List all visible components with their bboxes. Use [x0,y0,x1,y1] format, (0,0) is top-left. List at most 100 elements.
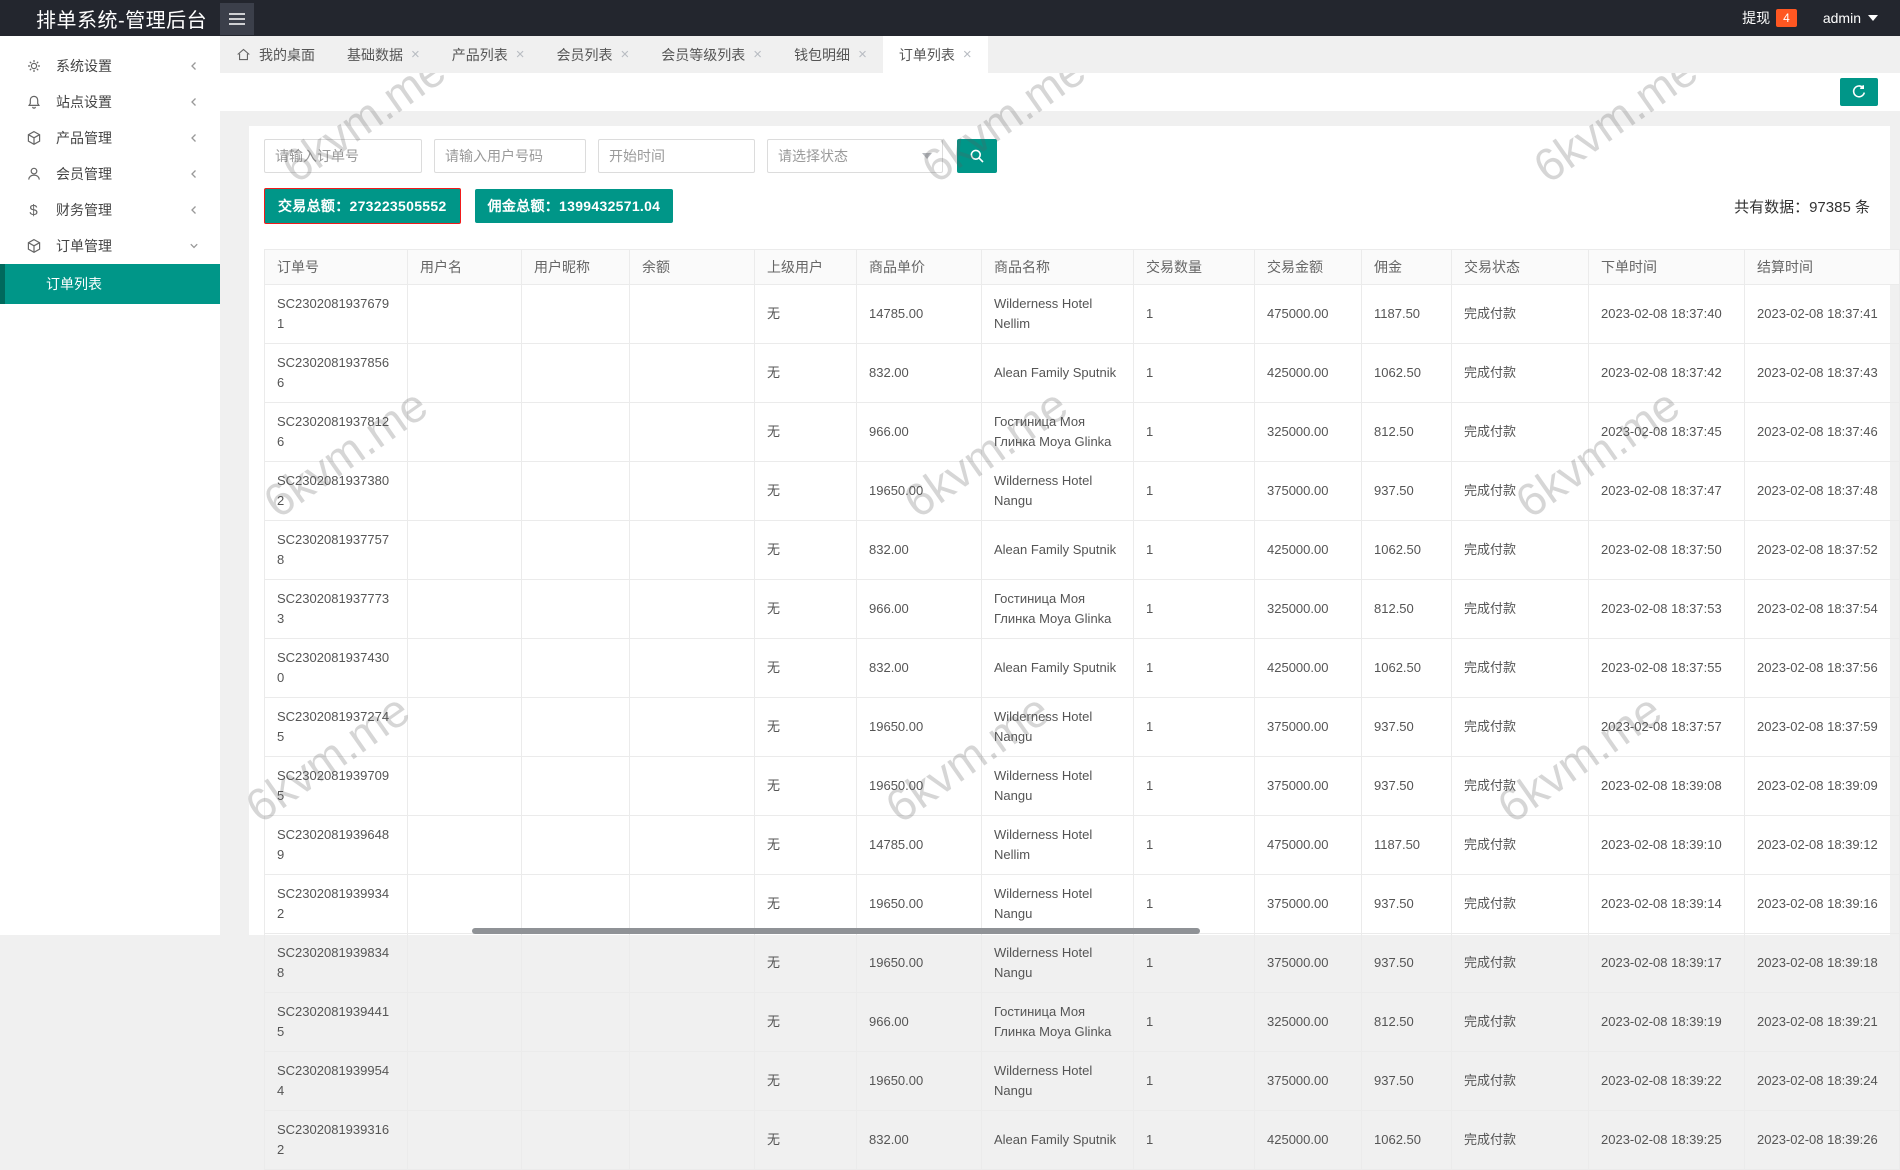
tab-label: 产品列表 [451,46,508,63]
table-cell [407,579,522,639]
withdraw-link[interactable]: 提现 4 [1742,8,1797,28]
table-cell: 812.50 [1361,992,1452,1052]
table-cell: 375000.00 [1254,874,1362,934]
sidebar-item-label: 会员管理 [56,166,112,182]
sidebar-item[interactable]: 会员管理 [0,156,220,192]
bell-icon [25,94,42,111]
table-cell: Гостиница Моя Глинка Moya Glinka [981,402,1134,462]
table-cell: SC23020819398348 [264,933,408,993]
table-cell: 2023-02-08 18:37:43 [1744,343,1900,403]
close-icon[interactable]: × [753,47,762,62]
cube-icon [25,130,42,147]
user-icon [25,166,42,183]
tab[interactable]: 会员等级列表 × [645,36,778,73]
table-cell [521,697,630,757]
column-header: 交易金额 [1254,249,1362,285]
table-cell: 425000.00 [1254,1110,1362,1170]
user-menu[interactable]: admin [1823,10,1878,26]
chevron-left-icon [188,204,200,216]
sidebar-toggle-button[interactable] [220,3,254,35]
tab-label: 订单列表 [898,46,955,63]
table-cell [407,1051,522,1111]
table-cell: Wilderness Hotel Nangu [981,933,1134,993]
table-cell: 2023-02-08 18:39:12 [1744,815,1900,875]
sidebar-item[interactable]: $ 财务管理 [0,192,220,228]
table-cell: 完成付款 [1451,756,1589,816]
sidebar: 系统设置 站点设置 产品管理会员管理 $ 财务管理 订单管理 订单列表 [0,36,220,935]
tab[interactable]: 会员列表 × [541,36,646,73]
user-no-input[interactable] [434,139,586,173]
table-cell: 2023-02-08 18:37:56 [1744,638,1900,698]
table-cell: 937.50 [1361,756,1452,816]
table-cell: 937.50 [1361,933,1452,993]
table-cell: 1062.50 [1361,1110,1452,1170]
record-count-unit: 条 [1854,198,1870,216]
table-cell: 1 [1133,461,1255,521]
table-cell [407,1110,522,1170]
search-icon [969,148,985,164]
table-cell [407,756,522,816]
table-cell: 375000.00 [1254,756,1362,816]
search-button[interactable] [957,139,997,173]
table-cell: 1187.50 [1361,815,1452,875]
table-cell: 19650.00 [856,697,982,757]
table-cell: 19650.00 [856,933,982,993]
start-time-input[interactable] [598,139,755,173]
table-row: SC23020819394415 无 966.00 Гостиница Моя Гли… [264,992,1900,1052]
withdraw-label: 提现 [1742,10,1771,26]
table-cell: 937.50 [1361,461,1452,521]
refresh-button[interactable] [1840,78,1878,106]
table-cell: 完成付款 [1451,1110,1589,1170]
table-cell [629,284,755,344]
sidebar-subitem[interactable]: 订单列表 [0,264,220,304]
table-cell: Гостиница Моя Глинка Moya Glinka [981,992,1134,1052]
chevron-down-icon [922,153,932,159]
gear-icon [25,58,42,75]
close-icon[interactable]: × [621,47,630,62]
sidebar-item[interactable]: 系统设置 [0,48,220,84]
table-cell: 425000.00 [1254,343,1362,403]
table-cell: 2023-02-08 18:37:46 [1744,402,1900,462]
table-cell: 1 [1133,697,1255,757]
table-cell [407,343,522,403]
close-icon[interactable]: × [858,47,867,62]
table-cell: 1 [1133,520,1255,580]
table-cell: 325000.00 [1254,579,1362,639]
tab[interactable]: 基础数据 × [331,36,436,73]
tab[interactable]: 产品列表 × [436,36,541,73]
horizontal-scrollbar-thumb[interactable] [472,928,1200,934]
table-cell: Alean Family Sputnik [981,1110,1134,1170]
table-row: SC23020819378566 无 832.00 Alean Family Sput… [264,343,1900,403]
tab[interactable]: 钱包明细 × [778,36,883,73]
close-icon[interactable]: × [411,47,420,62]
table-cell: 1 [1133,579,1255,639]
table-cell: 19650.00 [856,1051,982,1111]
table-cell: Alean Family Sputnik [981,638,1134,698]
sidebar-item[interactable]: 站点设置 [0,84,220,120]
close-icon[interactable]: × [516,47,525,62]
order-no-input[interactable] [264,139,422,173]
total-commission-badge: 佣金总额：1399432571.04 [474,189,674,223]
sidebar-item[interactable]: 产品管理 [0,120,220,156]
sidebar-item[interactable]: 订单管理 [0,228,220,264]
table-cell: 2023-02-08 18:37:55 [1588,638,1745,698]
table-cell: 19650.00 [856,756,982,816]
tab[interactable]: 我的桌面 [220,36,331,73]
table-cell: 832.00 [856,343,982,403]
table-cell: 325000.00 [1254,992,1362,1052]
table-cell [521,874,630,934]
table-cell [407,697,522,757]
tab[interactable]: 订单列表 × [882,36,988,73]
table-row: SC23020819396489 无 14785.00 Wilderness Hote… [264,815,1900,875]
status-select[interactable]: 请选择状态 [767,139,943,173]
table-cell: Wilderness Hotel Nangu [981,461,1134,521]
table-cell [521,402,630,462]
close-icon[interactable]: × [963,47,972,62]
table-row: SC23020819399544 无 19650.00 Wilderness Hote… [264,1051,1900,1111]
table-cell: 2023-02-08 18:39:10 [1588,815,1745,875]
column-header: 上级用户 [754,249,857,285]
table-cell [629,874,755,934]
header-right: 提现 4 admin [1742,8,1900,28]
table-cell: Wilderness Hotel Nangu [981,756,1134,816]
table-cell: 1 [1133,874,1255,934]
